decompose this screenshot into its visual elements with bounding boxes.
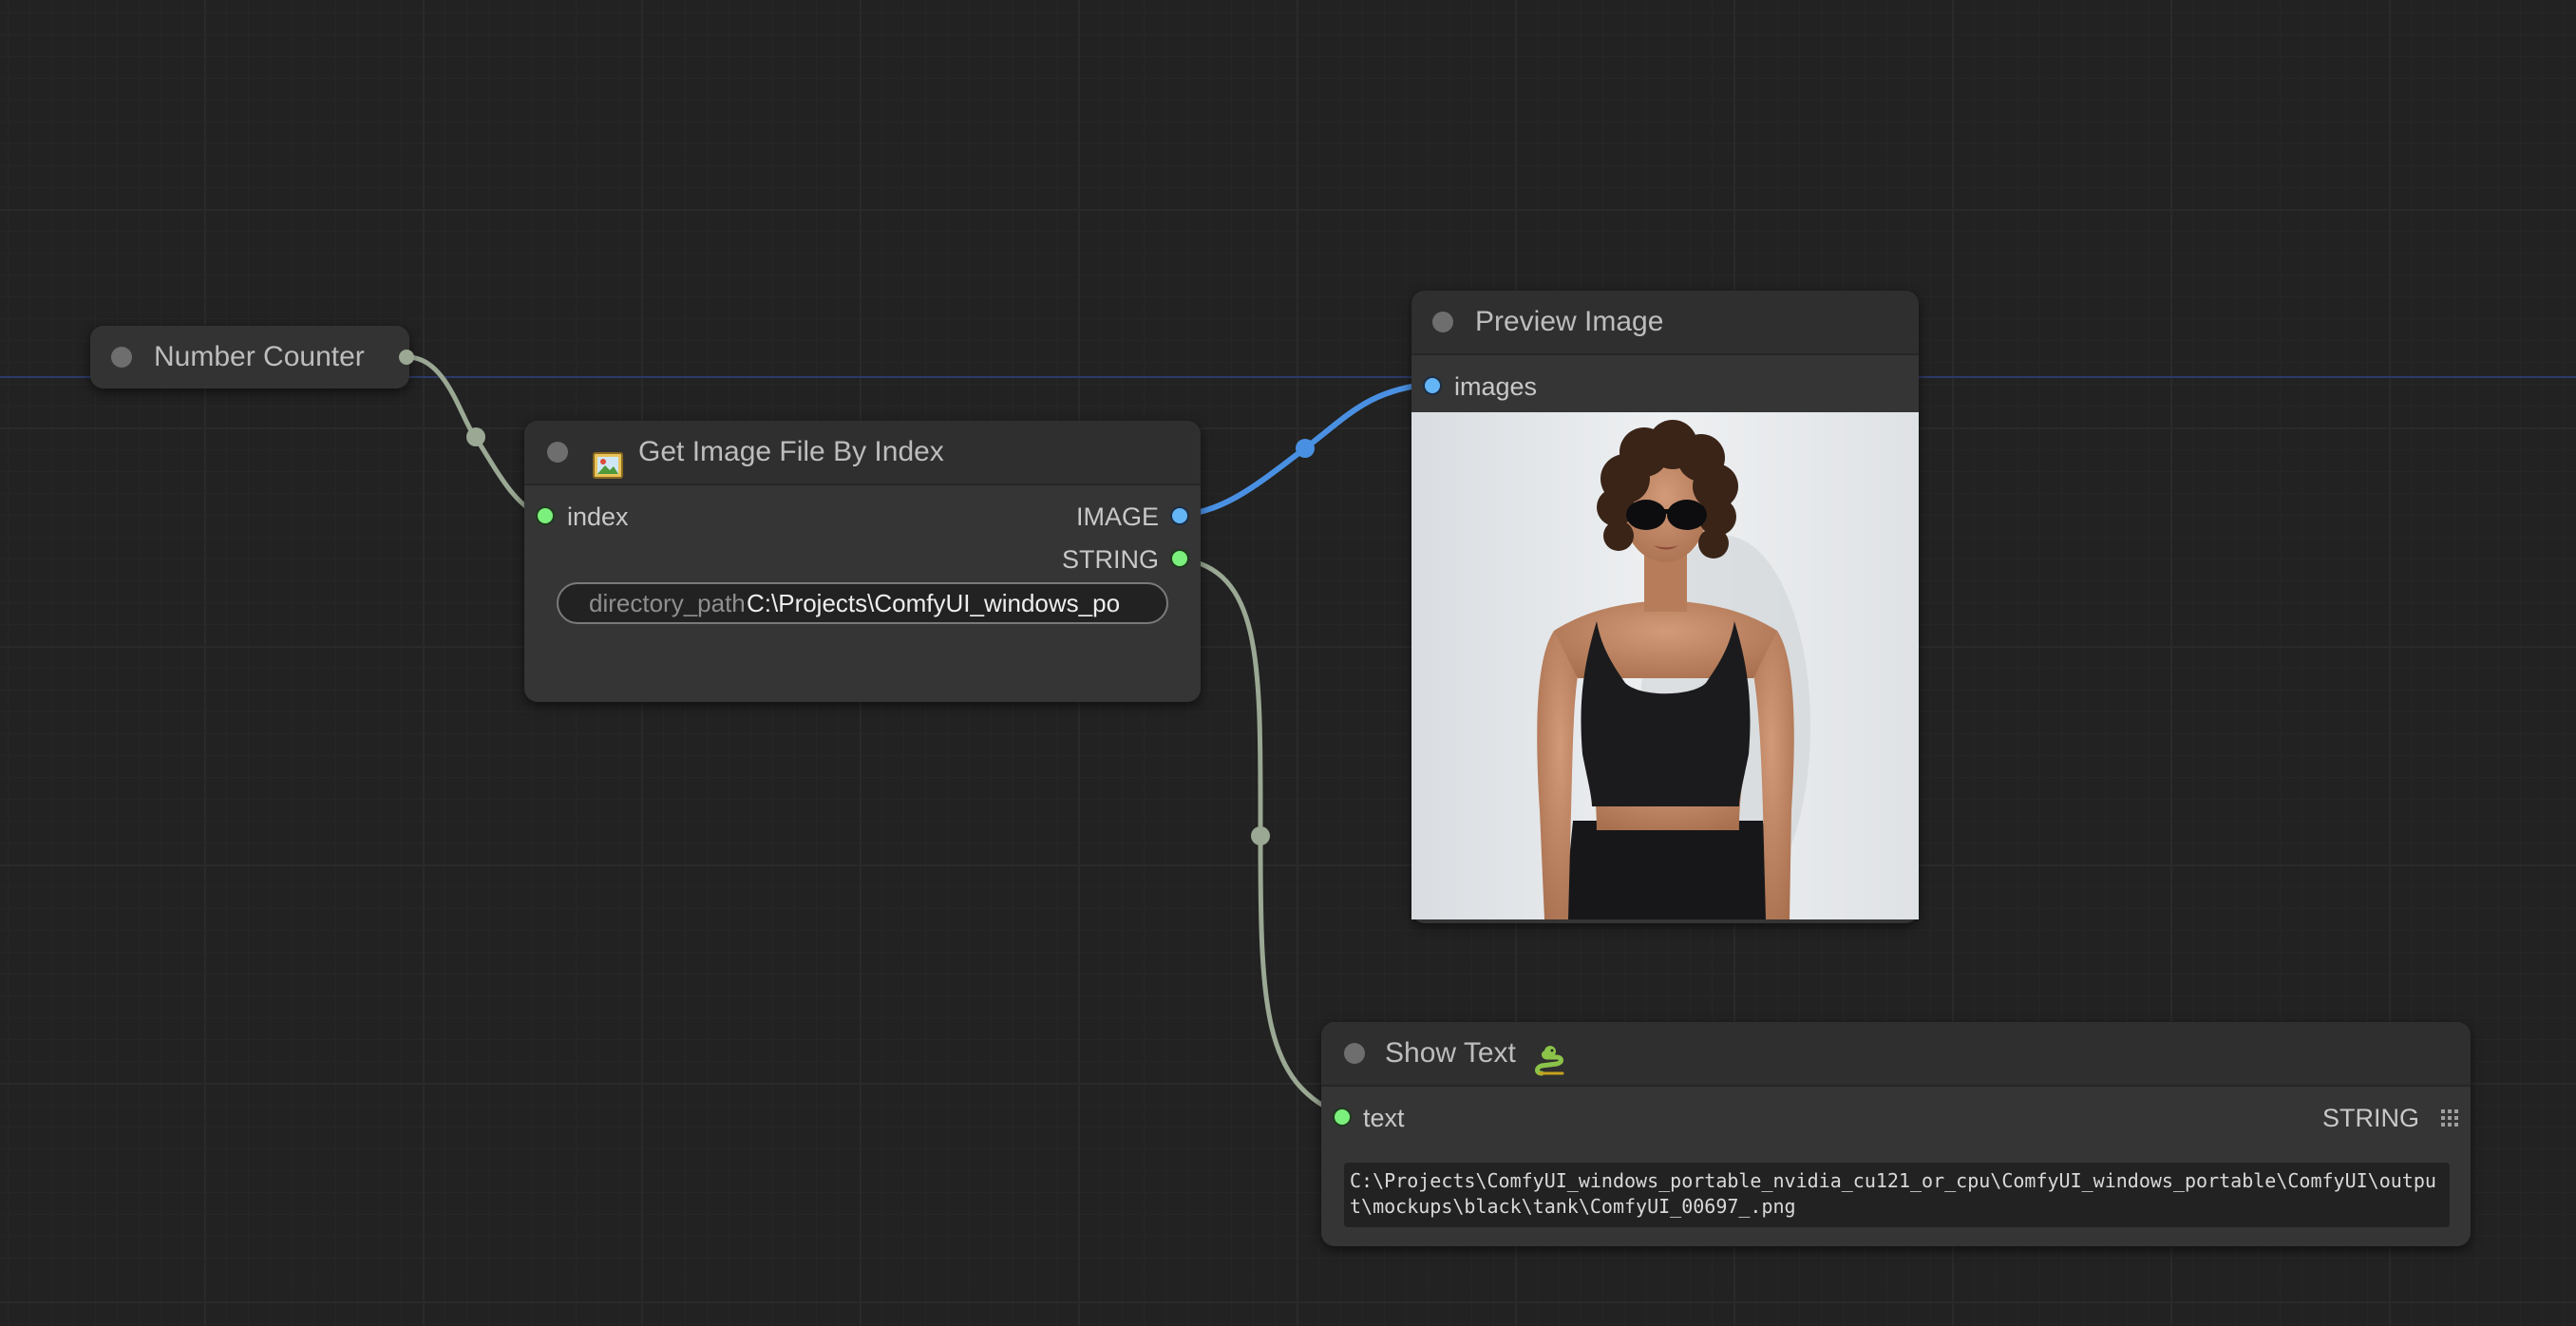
preview-photo-woman-icon — [1411, 412, 1919, 919]
input-slot-images-label: images — [1454, 372, 1538, 401]
link-midpoint-dot[interactable] — [1251, 826, 1270, 845]
output-slot-string-dot[interactable] — [1172, 551, 1187, 566]
collapse-toggle[interactable] — [547, 442, 568, 463]
link-image-to-preview[interactable] — [1179, 381, 1433, 518]
directory-path-field[interactable]: directory_path C:\Projects\ComfyUI_windo… — [557, 582, 1168, 624]
snake-icon — [1534, 1037, 1566, 1076]
output-slot-dot[interactable] — [399, 350, 414, 365]
input-slot-index-label: index — [567, 502, 629, 531]
node-title: Preview Image — [1475, 306, 1664, 337]
output-slot-image-label: IMAGE — [1075, 502, 1159, 531]
preview-image-node[interactable]: Preview Image images — [1411, 291, 1919, 923]
node-title: Get Image File By Index — [638, 436, 944, 467]
link-midpoint-dot[interactable] — [1296, 439, 1315, 458]
show-text-output-area[interactable]: C:\Projects\ComfyUI_windows_portable_nvi… — [1344, 1163, 2450, 1227]
node-title-bar[interactable]: Get Image File By Index — [524, 421, 1201, 485]
number-counter-node[interactable]: Number Counter — [90, 326, 414, 388]
node-title-bar[interactable]: Show Text — [1321, 1022, 2471, 1087]
input-slot-index-dot[interactable] — [538, 508, 553, 523]
collapse-toggle[interactable] — [1432, 312, 1453, 332]
node-title: Number Counter — [154, 341, 365, 372]
input-slot-text-label: text — [1363, 1104, 1405, 1132]
link-midpoint-dot[interactable] — [466, 427, 485, 446]
show-text-node[interactable]: Show Text text STRING C:\Projects\ComfyU… — [1321, 1022, 2471, 1246]
output-slot-string-label: STRING — [2321, 1104, 2419, 1132]
image-file-icon — [593, 439, 623, 479]
directory-path-value: C:\Projects\ComfyUI_windows_po — [747, 589, 1121, 617]
widget-label: directory_path — [589, 589, 746, 617]
input-slot-text-dot[interactable] — [1335, 1109, 1350, 1125]
link-string-to-showtext[interactable] — [1179, 556, 1343, 1118]
collapse-toggle[interactable] — [1344, 1043, 1365, 1064]
node-title: Show Text — [1385, 1037, 1516, 1069]
node-title-bar[interactable]: Preview Image — [1411, 291, 1919, 355]
graph-canvas[interactable]: Number Counter Get Image File By Index i… — [0, 0, 2576, 1326]
collapse-toggle[interactable] — [111, 347, 132, 368]
grid-icon[interactable] — [2440, 1108, 2459, 1127]
output-slot-string-label: STRING — [1061, 545, 1159, 574]
preview-photo[interactable] — [1411, 412, 1919, 919]
node-title-bar[interactable]: Number Counter — [90, 326, 409, 388]
get-image-file-by-index-node[interactable]: Get Image File By Index index IMAGE STRI… — [524, 421, 1201, 702]
input-slot-images-dot[interactable] — [1425, 378, 1440, 393]
output-slot-image-dot[interactable] — [1172, 508, 1187, 523]
